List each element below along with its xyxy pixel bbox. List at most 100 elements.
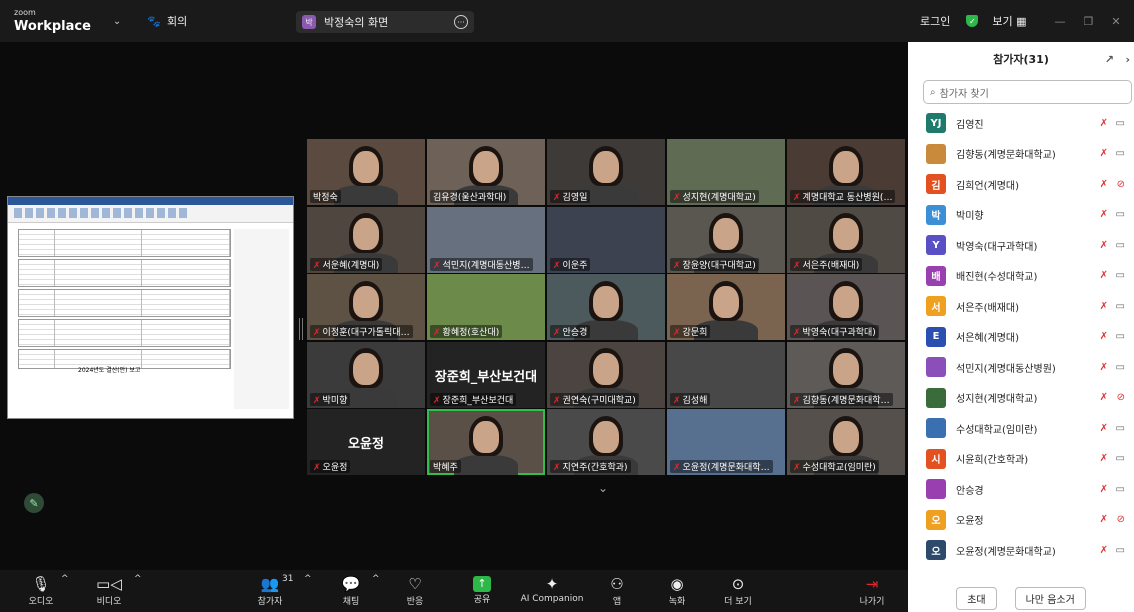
camera-icon[interactable]: ▭ (1116, 453, 1125, 464)
leave-button[interactable]: ⇥ 나가기 (856, 574, 888, 607)
camera-icon[interactable]: ▭ (1116, 118, 1125, 129)
shared-screen[interactable]: 2024년도 결산(안) 보고 (7, 196, 294, 419)
edit-icon[interactable]: ✎ (24, 493, 44, 513)
mute-me-button[interactable]: 나만 음소거 (1014, 587, 1086, 610)
participant-row[interactable]: 시 시윤희(간호학과) ✗ ▭ (908, 444, 1134, 475)
camera-icon[interactable]: ▭ (1116, 240, 1125, 251)
participant-row[interactable]: 오 오윤정 ✗ ⊘ (908, 505, 1134, 536)
video-tile[interactable]: ✗ 안승경 (547, 274, 665, 340)
share-indicator[interactable]: 박 박정숙의 화면 ··· (296, 11, 474, 33)
reactions-button[interactable]: ♡ 반응 (402, 574, 428, 607)
participant-row[interactable]: E 서은혜(계명대) ✗ ▭ (908, 322, 1134, 353)
mic-muted-icon[interactable]: ✗ (1100, 331, 1108, 342)
video-tile[interactable]: 장준희_부산보건대 ✗ 장준희_부산보건대 (427, 341, 545, 408)
video-options-caret[interactable]: ^ (134, 574, 142, 584)
chevron-down-icon[interactable]: ⌄ (598, 481, 608, 495)
ai-companion-button[interactable]: ✦ AI Companion (520, 574, 584, 604)
mic-muted-icon[interactable]: ✗ (1100, 118, 1108, 129)
video-tile[interactable]: ✗ 서운혜(계명대) (307, 206, 425, 273)
video-tile[interactable]: 박정숙 (307, 139, 425, 205)
mic-muted-icon[interactable]: ✗ (1100, 392, 1108, 403)
view-button[interactable]: 보기 ▦ (992, 13, 1026, 29)
video-tile[interactable]: 오윤정 ✗ 오윤정 (307, 409, 425, 475)
video-tile[interactable]: ✗ 석민지(계명대동산병… (427, 206, 545, 273)
participant-row[interactable]: 오 오윤정(계명문화대학교) ✗ ▭ (908, 535, 1134, 566)
participant-search-input[interactable]: ⌕ 참가자 찾기 (923, 80, 1132, 104)
camera-icon[interactable]: ▭ (1116, 148, 1125, 159)
video-tile[interactable]: 김유경(울산과학대) (427, 139, 545, 205)
video-tile[interactable]: ✗ 권연숙(구미대학교) (547, 341, 665, 408)
video-tile[interactable]: ✗ 강문희 (667, 274, 785, 340)
share-button[interactable]: ↑ 공유 (469, 574, 495, 605)
camera-icon[interactable]: ▭ (1116, 362, 1125, 373)
invite-button[interactable]: 초대 (956, 587, 997, 610)
video-tile[interactable]: ✗ 서은주(배재대) (787, 206, 905, 273)
mic-muted-icon[interactable]: ✗ (1100, 301, 1108, 312)
mic-muted-icon[interactable]: ✗ (1100, 362, 1108, 373)
participant-row[interactable]: 성지현(계명대학교) ✗ ⊘ (908, 383, 1134, 414)
record-button[interactable]: ◉ 녹화 (665, 574, 689, 607)
chevron-down-icon[interactable]: ⌄ (113, 16, 121, 27)
camera-icon[interactable]: ▭ (1116, 270, 1125, 281)
video-tile[interactable]: ✗ 수성대학교(임미란) (787, 409, 905, 475)
more-icon[interactable]: ··· (454, 15, 468, 29)
login-button[interactable]: 로그인 (920, 13, 950, 29)
video-tile[interactable]: ✗ 장윤양(대구대학교) (667, 206, 785, 273)
participant-row[interactable]: Y 박영숙(대구과학대) ✗ ▭ (908, 230, 1134, 261)
mic-muted-icon[interactable]: ✗ (1100, 484, 1108, 495)
video-tile[interactable]: ✗ 박영숙(대구과학대) (787, 274, 905, 340)
camera-icon[interactable]: ▭ (1116, 484, 1125, 495)
chat-options-caret[interactable]: ^ (372, 574, 380, 584)
camera-off-icon[interactable]: ⊘ (1117, 179, 1125, 190)
video-tile[interactable]: ✗ 박미향 (307, 341, 425, 408)
camera-off-icon[interactable]: ⊘ (1117, 392, 1125, 403)
meeting-info-button[interactable]: 🐾 회의 (147, 13, 187, 29)
more-button[interactable]: ⊙ 더 보기 (722, 574, 754, 607)
resize-handle[interactable] (299, 318, 303, 340)
audio-button[interactable]: 🎙 오디오 (26, 574, 56, 607)
popout-icon[interactable]: ↗ (1105, 53, 1114, 66)
mic-muted-icon[interactable]: ✗ (1100, 270, 1108, 281)
video-tile[interactable]: ✗ 김향동(계명문화대학… (787, 341, 905, 408)
close-icon[interactable]: ✕ (1111, 15, 1120, 28)
participant-row[interactable]: 안승경 ✗ ▭ (908, 474, 1134, 505)
mic-muted-icon[interactable]: ✗ (1100, 240, 1108, 251)
participant-row[interactable]: 석민지(계명대동산병원) ✗ ▭ (908, 352, 1134, 383)
participant-row[interactable]: 김 김희언(계명대) ✗ ⊘ (908, 169, 1134, 200)
mic-muted-icon[interactable]: ✗ (1100, 148, 1108, 159)
mic-muted-icon[interactable]: ✗ (1100, 423, 1108, 434)
restore-icon[interactable]: ❐ (1084, 15, 1094, 28)
mic-muted-icon[interactable]: ✗ (1100, 453, 1108, 464)
camera-icon[interactable]: ▭ (1116, 545, 1125, 556)
participant-row[interactable]: 김향동(계명문화대학교) ✗ ▭ (908, 139, 1134, 170)
video-tile[interactable]: ✗ 지연주(간호학과) (547, 409, 665, 475)
camera-icon[interactable]: ▭ (1116, 209, 1125, 220)
apps-button[interactable]: ⚇ 앱 (606, 574, 628, 607)
mic-muted-icon[interactable]: ✗ (1100, 209, 1108, 220)
video-tile[interactable]: ✗ 김성해 (667, 341, 785, 408)
participant-row[interactable]: YJ 김영진 ✗ ▭ (908, 108, 1134, 139)
participant-row[interactable]: 수성대학교(임미란) ✗ ▭ (908, 413, 1134, 444)
mic-muted-icon[interactable]: ✗ (1100, 545, 1108, 556)
video-tile[interactable]: ✗ 황혜정(호산대) (427, 274, 545, 340)
mic-muted-icon[interactable]: ✗ (1100, 514, 1108, 525)
video-tile[interactable]: ✗ 성지현(계명대학교) (667, 139, 785, 205)
participant-row[interactable]: 박 박미향 ✗ ▭ (908, 200, 1134, 231)
video-tile[interactable]: ✗ 계명대학교 동산병원(… (787, 139, 905, 205)
minimize-icon[interactable]: — (1055, 15, 1066, 28)
chat-button[interactable]: 💬 채팅 (338, 574, 364, 607)
video-tile[interactable]: ✗ 이정훈(대구가톨릭대… (307, 274, 425, 340)
camera-off-icon[interactable]: ⊘ (1117, 514, 1125, 525)
camera-icon[interactable]: ▭ (1116, 301, 1125, 312)
participants-options-caret[interactable]: ^ (304, 574, 312, 584)
video-tile[interactable]: 박혜주 (427, 409, 545, 475)
participant-row[interactable]: 서 서은주(배재대) ✗ ▭ (908, 291, 1134, 322)
video-tile[interactable]: ✗ 이운주 (547, 206, 665, 273)
shield-icon[interactable]: ✓ (966, 15, 979, 27)
camera-icon[interactable]: ▭ (1116, 423, 1125, 434)
participant-row[interactable]: 배 배진현(수성대학교) ✗ ▭ (908, 261, 1134, 292)
camera-icon[interactable]: ▭ (1116, 331, 1125, 342)
chevron-right-icon[interactable]: › (1125, 53, 1130, 66)
video-tile[interactable]: ✗ 김영일 (547, 139, 665, 205)
mic-muted-icon[interactable]: ✗ (1100, 179, 1108, 190)
